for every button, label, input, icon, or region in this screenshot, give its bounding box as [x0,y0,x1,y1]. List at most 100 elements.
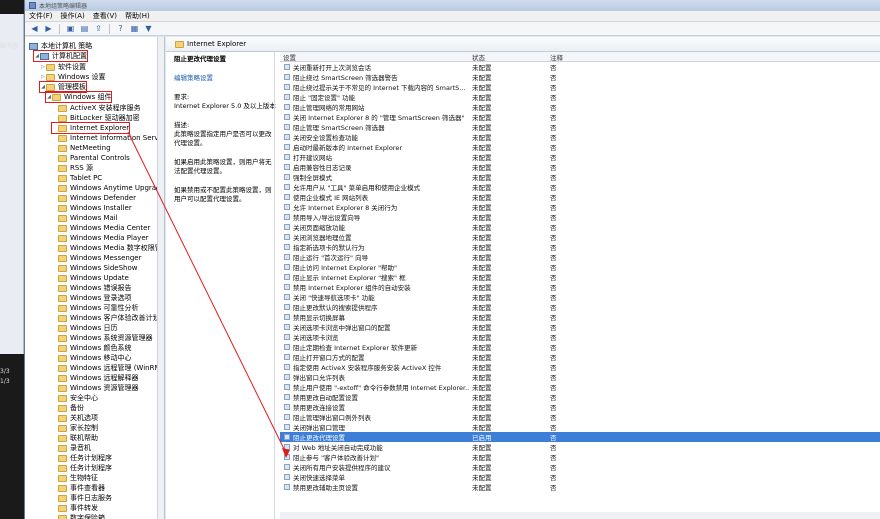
edit-link-text[interactable]: 策略设置 [187,74,213,82]
tree-scrollbar[interactable] [157,37,164,519]
export-icon[interactable]: ⇪ [93,24,104,34]
tree-node-child[interactable]: Windows Mail [52,213,118,223]
tree-node-child[interactable]: Windows 可靠性分析 [52,303,138,313]
tree-node-windows-settings[interactable]: ▷ Windows 设置 [40,72,105,82]
table-row[interactable]: 允许 Internet Explorer 8 关闭行为 未配置 否 [280,202,880,212]
menu-action[interactable]: 操作(A) [61,11,85,21]
column-header-setting[interactable]: 设置 [280,52,470,62]
table-row[interactable]: 阻止 "固定设置" 功能 未配置 否 [280,92,880,102]
table-row[interactable]: 禁用 Internet Explorer 组件的自动安装 未配置 否 [280,282,880,292]
table-row[interactable]: 关闭浏览器地理位置 未配置 否 [280,232,880,242]
tree-node-child[interactable]: 生物特征 [52,473,98,483]
menu-help[interactable]: 帮助(H) [125,11,150,21]
table-row[interactable]: 关闭弹出窗口管理 未配置 否 [280,422,880,432]
tree-node-child[interactable]: Internet Information Services [52,133,164,143]
table-row[interactable]: 阻止更改代理设置 已启用 否 [280,432,880,442]
table-row[interactable]: 阻止管理 SmartScreen 筛选器 未配置 否 [280,122,880,132]
table-row[interactable]: 指定使用 ActiveX 安装程序服务安装 ActiveX 控件 未配置 否 [280,362,880,372]
table-row[interactable]: 关闭安全设置检查功能 未配置 否 [280,132,880,142]
forward-icon[interactable]: ▶ [43,24,54,34]
table-row[interactable]: 阻止管理网络的常用网站 未配置 否 [280,102,880,112]
back-icon[interactable]: ◀ [29,24,40,34]
table-row[interactable]: 指定新选项卡的默认行为 未配置 否 [280,242,880,252]
table-row[interactable]: 关闭快速选择菜单 未配置 否 [280,472,880,482]
tree-node-child[interactable]: RSS 源 [52,163,93,173]
tree-node-child[interactable]: 家长控制 [52,423,98,433]
tree-node-child[interactable]: Windows Installer [52,203,132,213]
tree-node-windows-components[interactable]: ◢ Windows 组件 [44,91,113,103]
table-row[interactable]: 关闭 Internet Explorer 8 的 "管理 SmartScreen… [280,112,880,122]
help-icon[interactable]: ? [115,24,126,34]
tree-node-child[interactable]: 关机选项 [52,413,98,423]
tree-node-child[interactable]: 数字保险箱 [52,513,105,519]
table-row[interactable]: 阻止打开窗口方式的配置 未配置 否 [280,352,880,362]
table-row[interactable]: 对 Web 地址关闭自动完成功能 未配置 否 [280,442,880,452]
tree-node-child[interactable]: 录音机 [52,443,91,453]
tree-node-child[interactable]: Windows 客户体验改善计划 [52,313,159,323]
table-row[interactable]: 阻止定期检查 Internet Explorer 软件更新 未配置 否 [280,342,880,352]
filter-icon[interactable]: ▼ [143,24,154,34]
table-row[interactable]: 阻止运行 "首次运行" 向导 未配置 否 [280,252,880,262]
table-row[interactable]: 强制全屏模式 未配置 否 [280,172,880,182]
menu-file[interactable]: 文件(F) [29,11,53,21]
list-icon[interactable]: ▤ [79,24,90,34]
tree-node-child[interactable]: 事件转发 [52,503,98,513]
table-row[interactable]: 关闭所有用户安装提供程序的建议 未配置 否 [280,462,880,472]
table-row[interactable]: 禁止用户使用 "-extoff" 命令行参数禁用 Internet Explor… [280,382,880,392]
table-row[interactable]: 阻止更改默认的搜索提供程序 未配置 否 [280,302,880,312]
tree-node-child[interactable]: Windows 错误报告 [52,283,131,293]
tree-node-child[interactable]: Windows 颜色系统 [52,343,131,353]
tree-node-child[interactable]: Windows 远程管理 (WinRM) [52,363,163,373]
folder-icon[interactable]: ▣ [65,24,76,34]
tree-node-child[interactable]: 安全中心 [52,393,98,403]
tree-node-software-settings[interactable]: ▷ 软件设置 [40,62,86,72]
table-row[interactable]: 阻止绕过 SmartScreen 筛选器警告 未配置 否 [280,72,880,82]
table-scrollbar[interactable] [280,512,880,519]
tree-node-admin-templates[interactable]: ◢ 管理模板 [39,81,87,93]
table-row[interactable]: 阻止访问 Internet Explorer "帮助" 未配置 否 [280,262,880,272]
tree-node-child[interactable]: Windows SideShow [52,263,138,273]
table-row[interactable]: 关闭 "快速导航选项卡" 功能 未配置 否 [280,292,880,302]
table-row[interactable]: 关闭页面缩放功能 未配置 否 [280,222,880,232]
table-row[interactable]: 关闭选项卡浏览中弹出窗口的配置 未配置 否 [280,322,880,332]
tree-node-child[interactable]: ActiveX 安装程序服务 [52,103,141,113]
table-row[interactable]: 阻止显示 Internet Explorer "搜索" 框 未配置 否 [280,272,880,282]
tree-node-child[interactable]: Internet Explorer [50,122,131,134]
table-row[interactable]: 阻止绕过提示关于不常见的 Internet 下载内容的 SmartS... 未配置… [280,82,880,92]
title-bar[interactable]: 本地组策略编辑器 [25,0,880,11]
tree-node-child[interactable]: Windows Anytime Upgrade [52,183,164,193]
tree-node-child[interactable]: NetMeeting [52,143,111,153]
table-row[interactable]: 启用兼容性日志记录 未配置 否 [280,162,880,172]
table-row[interactable]: 阻止管理弹出窗口例外列表 未配置 否 [280,412,880,422]
tree-node-root[interactable]: 本地计算机 策略 [29,41,92,51]
tree-node-child[interactable]: Windows 登录选项 [52,293,131,303]
tree-node-child[interactable]: Parental Controls [52,153,130,163]
table-row[interactable]: 禁用更改辅助主页设置 未配置 否 [280,482,880,492]
table-row[interactable]: 禁用更改自动配置设置 未配置 否 [280,392,880,402]
table-row[interactable]: 禁用显示切换屏幕 未配置 否 [280,312,880,322]
table-row[interactable]: 启动时最新版本的 Internet Explorer 未配置 否 [280,142,880,152]
tree-node-child[interactable]: Windows Media 数字权限管理 [52,243,164,253]
tree-node-child[interactable]: 备份 [52,403,84,413]
tree-node-child[interactable]: Tablet PC [52,173,102,183]
menu-view[interactable]: 查看(V) [93,11,117,21]
tree-node-child[interactable]: Windows 日历 [52,323,117,333]
tree-node-computer-config[interactable]: ◢ 计算机配置 [33,50,88,62]
tree-node-child[interactable]: BitLocker 驱动器加密 [52,113,140,123]
tree-node-child[interactable]: Windows Update [52,273,129,283]
tree-node-child[interactable]: 任务计划程序 [52,453,112,463]
table-row[interactable]: 使用企业模式 IE 网站列表 未配置 否 [280,192,880,202]
tree-node-child[interactable]: Windows Media Player [52,233,149,243]
tree-node-child[interactable]: Windows Defender [52,193,136,203]
tree-node-child[interactable]: Windows 资源管理器 [52,383,138,393]
table-row[interactable]: 禁用导入/导出设置向导 未配置 否 [280,212,880,222]
tree-node-child[interactable]: 联机帮助 [52,433,98,443]
table-row[interactable]: 禁用更改连接设置 未配置 否 [280,402,880,412]
tree-node-child[interactable]: 事件日志服务 [52,493,112,503]
tree-node-child[interactable]: Windows 系统资源管理器 [52,333,152,343]
tree-node-child[interactable]: Windows 远程解释器 [52,373,138,383]
edit-policy-link[interactable]: 编辑策略设置 [174,74,277,83]
table-row[interactable]: 关闭选项卡浏览 未配置 否 [280,332,880,342]
tree-node-child[interactable]: 任务计划程序 [52,463,112,473]
table-row[interactable]: 阻止参与 "客户体验改善计划" 未配置 否 [280,452,880,462]
